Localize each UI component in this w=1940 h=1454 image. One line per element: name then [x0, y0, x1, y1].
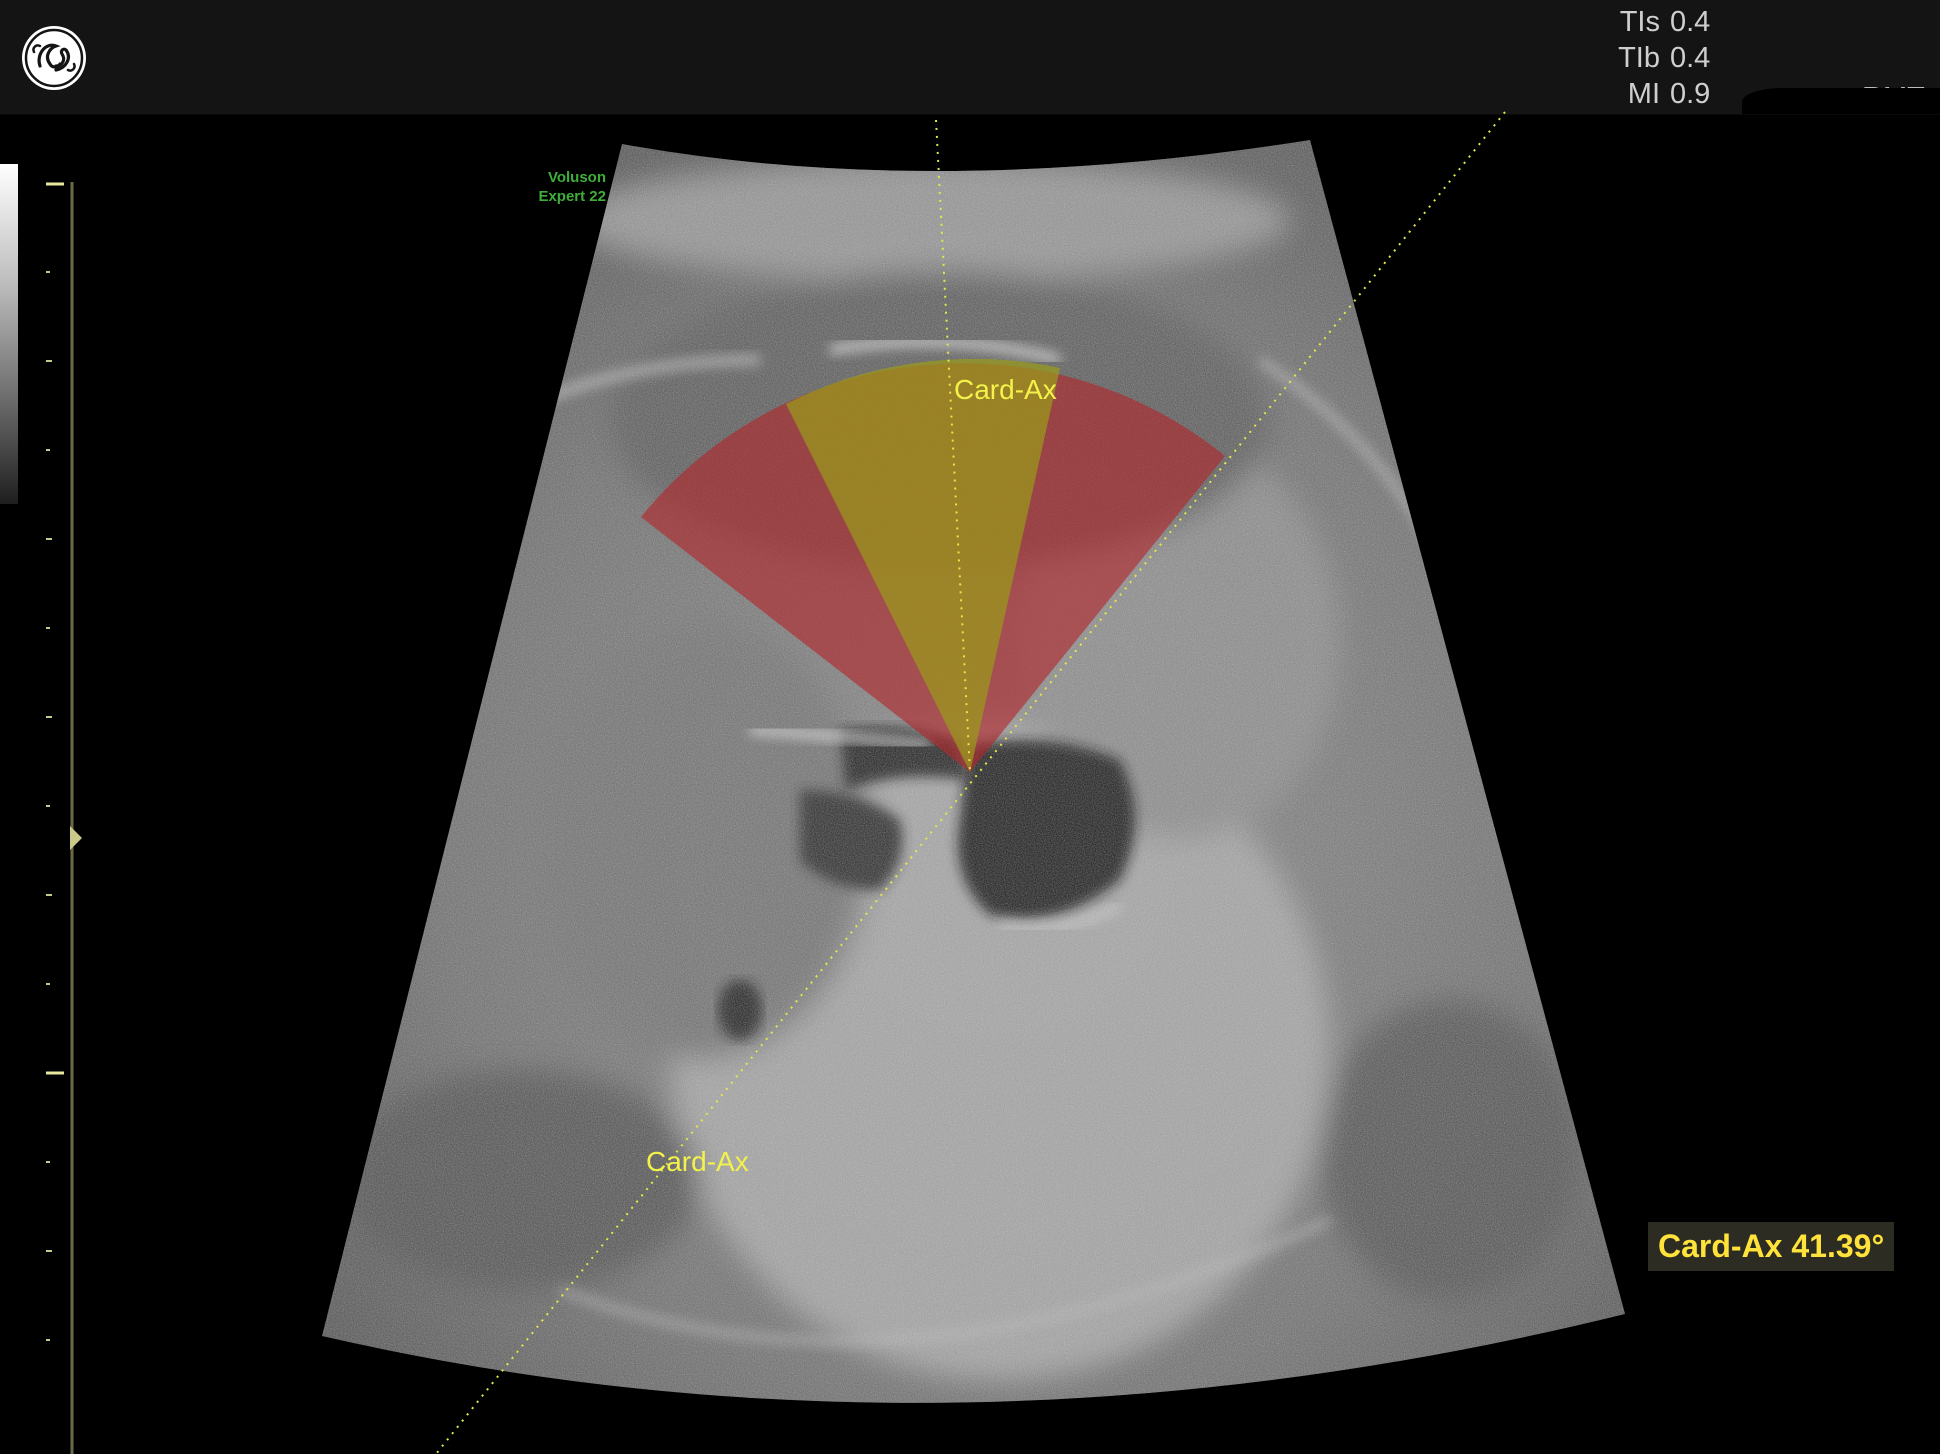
sector-image: [322, 140, 1625, 1403]
scanner-model-name: Voluson Expert 22: [510, 168, 606, 206]
plane-label-bottom: Card-Ax: [646, 1146, 749, 1177]
angle-measurement-readout: Card-Ax 41.39°: [1648, 1222, 1895, 1271]
scanner-model-line2: Expert 22: [538, 188, 606, 205]
plane-label-top: Card-Ax: [954, 374, 1057, 405]
scanner-model-line1: Voluson: [547, 169, 606, 186]
ultrasound-screen: TIs 0.4 TIb 0.4 MI 0.9 RMT: [0, 0, 1940, 1454]
